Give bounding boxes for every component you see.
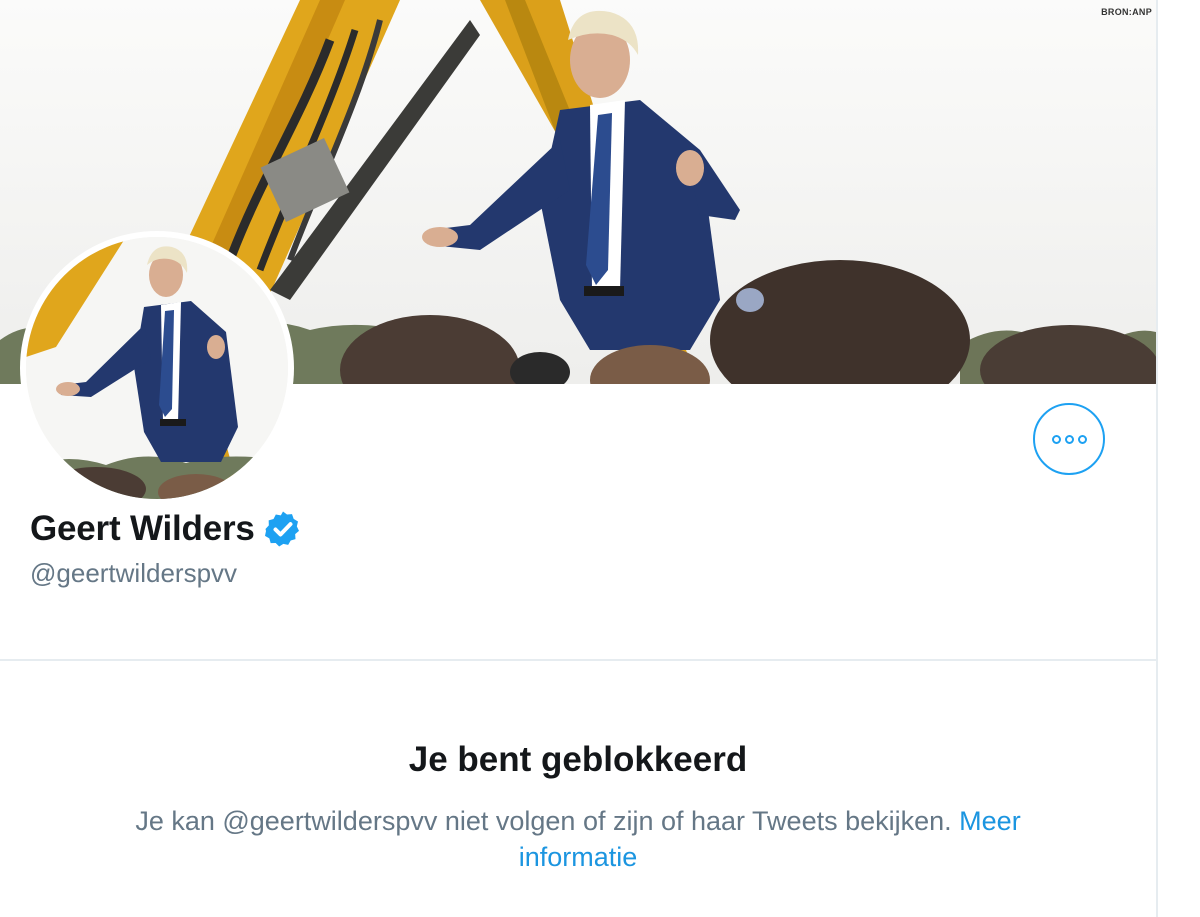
display-name: Geert Wilders [30,509,255,548]
profile-handle: @geertwilderspvv [30,558,238,588]
avatar[interactable] [20,231,294,505]
blocked-title: Je bent geblokkeerd [408,740,748,779]
photo-credit: BRON:ANP [1101,7,1152,17]
blocked-message: Je kan @geertwilderspvv niet volgen of z… [80,803,1076,875]
page: BRON:ANP Geert Wilders @geertwilderspvv … [0,0,1200,917]
verified-badge-icon [264,511,299,547]
blocked-message-text: Je kan @geertwilderspvv niet volgen of z… [135,806,952,836]
profile-name-row: Geert Wilders [30,509,303,549]
avatar-photo [26,237,288,499]
more-options-button[interactable] [1033,403,1105,475]
profile-column: BRON:ANP Geert Wilders @geertwilderspvv … [0,0,1158,917]
section-divider [0,659,1156,661]
more-options-icon [1051,434,1087,444]
